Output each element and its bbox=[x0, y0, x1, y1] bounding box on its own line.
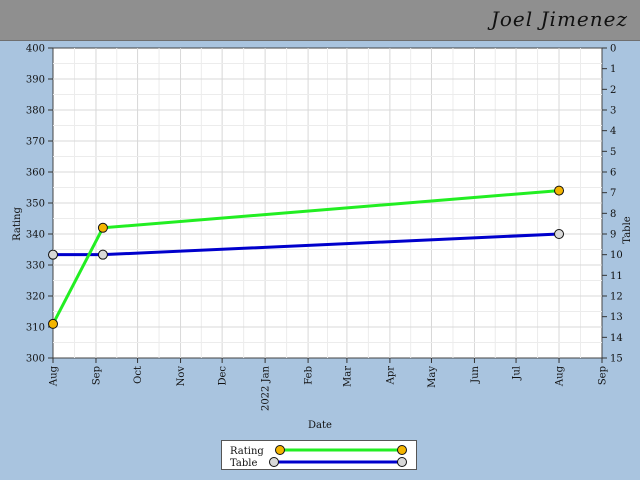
x-tick-label: Aug bbox=[49, 365, 60, 387]
y2-tick-label: 5 bbox=[610, 147, 616, 158]
data-point-table bbox=[97, 249, 108, 260]
y2-tick-label: 4 bbox=[610, 126, 616, 137]
data-point-rating bbox=[554, 185, 565, 196]
y2-tick-label: 10 bbox=[610, 250, 623, 261]
y2-tick-label: 7 bbox=[610, 188, 616, 199]
legend-marker-rating bbox=[397, 445, 407, 455]
y2-tick-label: 11 bbox=[610, 271, 623, 282]
legend-marker-table bbox=[397, 457, 407, 467]
x-tick-label: Sep bbox=[91, 366, 102, 385]
y-tick-label: 350 bbox=[26, 199, 45, 210]
x-axis-label: Date bbox=[308, 420, 332, 431]
y2-tick-label: 8 bbox=[610, 209, 616, 220]
x-tick-label: Apr bbox=[385, 366, 396, 386]
y-axis-label: Rating bbox=[12, 207, 23, 241]
y-tick-label: 300 bbox=[26, 354, 45, 365]
x-tick-label: Nov bbox=[176, 366, 187, 387]
data-point-rating bbox=[48, 318, 58, 329]
y2-tick-label: 2 bbox=[610, 85, 616, 96]
y-tick-label: 330 bbox=[26, 261, 45, 272]
y-tick-label: 360 bbox=[26, 168, 45, 179]
legend-label-rating: Rating bbox=[230, 446, 264, 457]
y2-tick-label: 3 bbox=[610, 106, 616, 117]
y2-tick-label: 15 bbox=[610, 354, 623, 365]
data-point-table bbox=[48, 249, 58, 260]
x-tick-label: May bbox=[427, 366, 438, 388]
y2-tick-label: 9 bbox=[610, 230, 616, 241]
x-tick-label: Oct bbox=[133, 366, 144, 384]
data-point-rating bbox=[97, 222, 108, 233]
y2-tick-label: 1 bbox=[610, 64, 616, 75]
data-point-table bbox=[554, 229, 565, 239]
legend-marker-table bbox=[269, 457, 279, 467]
legend-label-table: Table bbox=[230, 458, 257, 469]
y-tick-label: 390 bbox=[26, 75, 45, 86]
y2-tick-label: 0 bbox=[610, 44, 616, 55]
y-tick-label: 400 bbox=[26, 44, 45, 55]
y2-tick-label: 13 bbox=[610, 312, 623, 323]
legend: Rating Table bbox=[221, 440, 417, 470]
y-tick-label: 320 bbox=[26, 292, 45, 303]
y-axis-left: 300 310 320 330 340 350 360 370 380 390 400 bbox=[26, 44, 53, 365]
rating-table-chart: 300310320330340350360370380390400 012345… bbox=[12, 44, 633, 432]
x-axis: Aug Sep Oct Nov Dec 2022 Jan Feb Mar Apr May Jun Ju… bbox=[49, 358, 609, 411]
grid bbox=[53, 48, 602, 358]
x-tick-label: Mar bbox=[342, 366, 353, 387]
y2-axis-label: Table bbox=[622, 216, 633, 243]
x-tick-label: Aug bbox=[555, 365, 566, 387]
y-tick-label: 310 bbox=[26, 323, 45, 334]
x-tick-label: 2022 Jan bbox=[261, 365, 272, 411]
y2-tick-label: 6 bbox=[610, 168, 616, 179]
legend-marker-rating bbox=[275, 445, 285, 455]
x-tick-label: Sep bbox=[598, 366, 609, 385]
y2-tick-label: 12 bbox=[610, 292, 623, 303]
x-tick-label: Jun bbox=[470, 365, 481, 383]
x-tick-label: Dec bbox=[218, 366, 229, 386]
y2-tick-label: 14 bbox=[610, 333, 623, 344]
y-axis-right: 0123456789101112131415 bbox=[602, 44, 623, 365]
x-tick-label: Feb bbox=[304, 366, 315, 385]
y-tick-label: 340 bbox=[26, 230, 45, 241]
x-tick-label: Jul bbox=[512, 366, 523, 381]
y-tick-label: 370 bbox=[26, 137, 45, 148]
y-tick-label: 380 bbox=[26, 106, 45, 117]
